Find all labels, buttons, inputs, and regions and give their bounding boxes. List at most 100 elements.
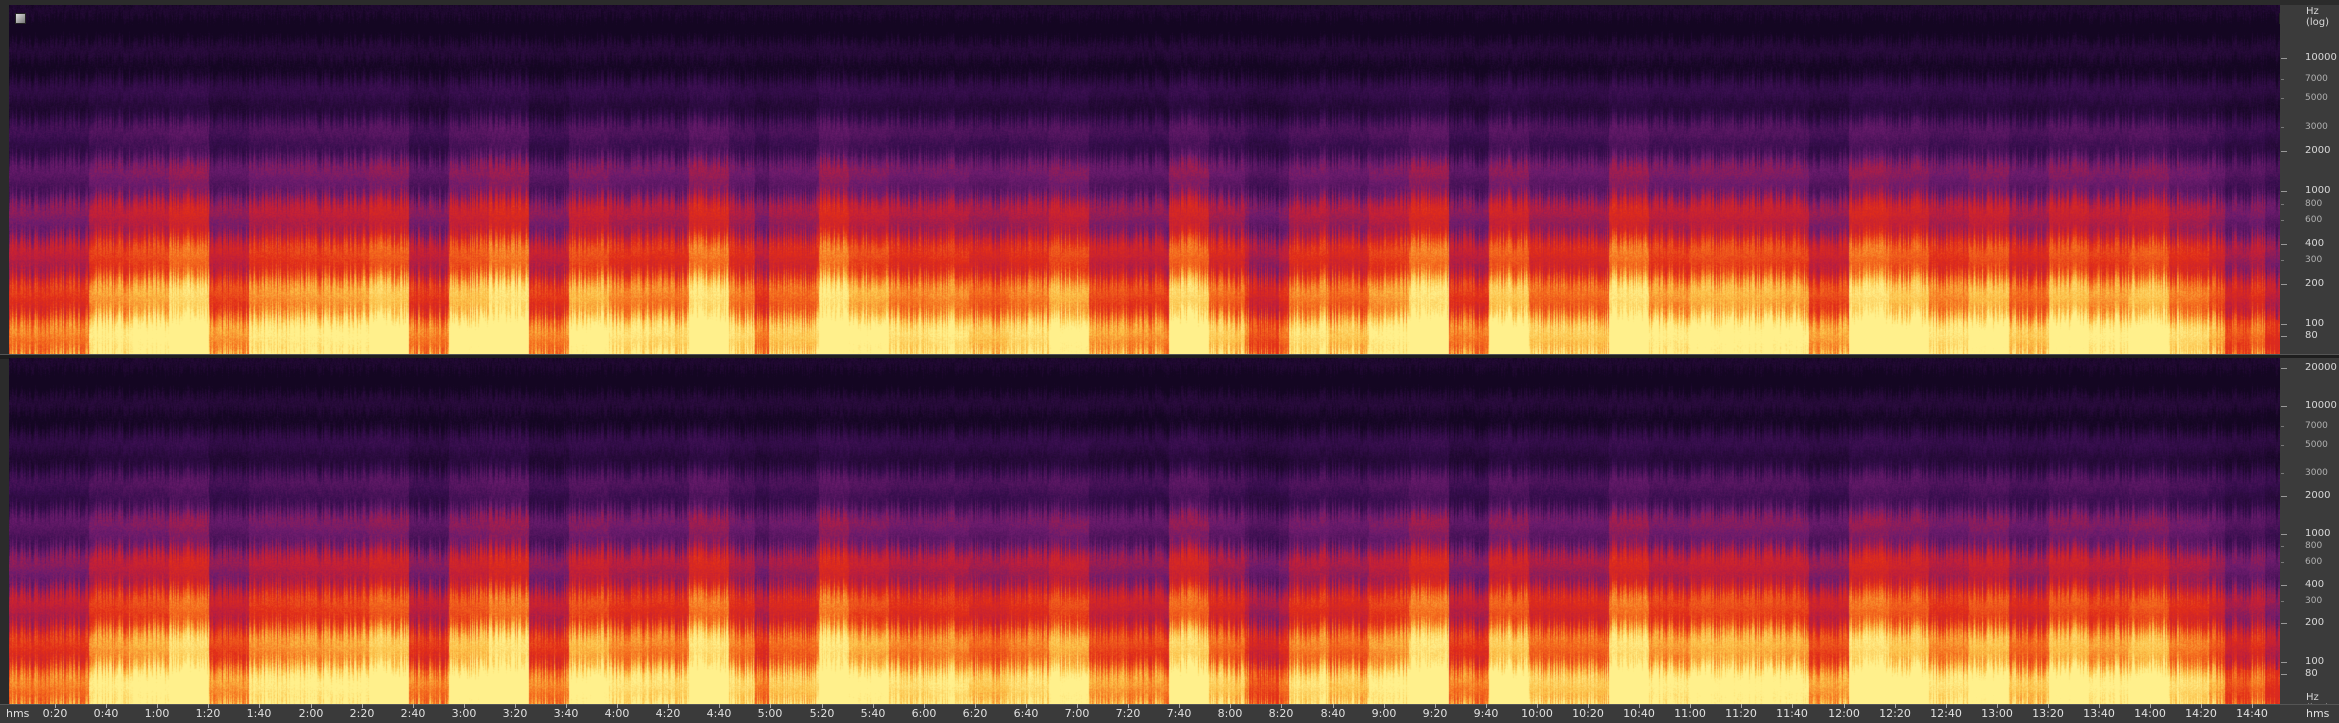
frequency-label: 200 <box>2305 278 2325 289</box>
spectrogram-channel-right[interactable] <box>9 358 2280 704</box>
time-label: 7:40 <box>1166 707 1192 720</box>
time-label: 6:40 <box>1013 707 1039 720</box>
time-label: 13:00 <box>1981 707 2013 720</box>
time-label: 1:00 <box>144 707 170 720</box>
frequency-label: 20000 <box>2305 362 2337 373</box>
frequency-tick <box>2281 58 2287 59</box>
time-label: 2:40 <box>400 707 426 720</box>
time-label: 9:40 <box>1473 707 1499 720</box>
frequency-label: 100 <box>2305 318 2325 329</box>
time-label: 5:20 <box>809 707 835 720</box>
time-label: 13:20 <box>2032 707 2064 720</box>
time-label: 1:20 <box>195 707 221 720</box>
frequency-label: 10000 <box>2305 400 2337 411</box>
frequency-tick <box>2281 534 2287 535</box>
time-label: 8:40 <box>1320 707 1346 720</box>
time-label: 13:40 <box>2083 707 2115 720</box>
frequency-label: 400 <box>2305 579 2325 590</box>
spectrogram-canvas-right <box>9 358 2280 704</box>
time-label: 8:00 <box>1217 707 1243 720</box>
frequency-unit-label-top: Hz (log) <box>2306 6 2330 28</box>
frequency-label: 200 <box>2305 617 2325 628</box>
time-label: 4:00 <box>604 707 630 720</box>
frequency-tick <box>2281 204 2284 205</box>
time-label: 5:00 <box>757 707 783 720</box>
frequency-tick <box>2281 546 2284 547</box>
time-label: 14:00 <box>2134 707 2166 720</box>
frequency-tick <box>2281 406 2287 407</box>
frequency-label: 7000 <box>2305 74 2328 84</box>
frequency-label: 800 <box>2305 199 2323 209</box>
frequency-label: 3000 <box>2305 122 2328 132</box>
frequency-label: 80 <box>2305 668 2318 679</box>
frequency-tick <box>2281 496 2287 497</box>
frequency-tick <box>2281 623 2287 624</box>
frequency-label: 1000 <box>2305 528 2331 539</box>
channel-menu-icon[interactable] <box>15 13 26 24</box>
time-label: 14:20 <box>2185 707 2217 720</box>
time-label: 6:00 <box>911 707 937 720</box>
frequency-tick <box>2281 151 2287 152</box>
frequency-label: 10000 <box>2305 52 2337 63</box>
frequency-label: 800 <box>2305 541 2323 551</box>
time-label: 8:20 <box>1268 707 1294 720</box>
time-label: 3:00 <box>451 707 477 720</box>
time-label: 0:20 <box>42 707 68 720</box>
frequency-tick <box>2281 220 2284 221</box>
frequency-tick <box>2281 426 2284 427</box>
time-label: 12:20 <box>1879 707 1911 720</box>
time-label: 2:00 <box>298 707 324 720</box>
time-label: 4:20 <box>655 707 681 720</box>
spectral-editor-window: Hz (log) Hz (log) hms hms 10000700050003… <box>0 0 2339 723</box>
frequency-tick <box>2281 674 2287 675</box>
time-label: 11:00 <box>1674 707 1706 720</box>
time-label: 9:20 <box>1422 707 1448 720</box>
frequency-tick <box>2281 662 2287 663</box>
frequency-tick <box>2281 445 2284 446</box>
frequency-label: 2000 <box>2305 145 2331 156</box>
spectrogram-channel-left[interactable] <box>9 5 2280 354</box>
frequency-label: 300 <box>2305 596 2323 606</box>
frequency-label: 80 <box>2305 330 2318 341</box>
frequency-tick <box>2281 260 2284 261</box>
time-label: 5:40 <box>860 707 886 720</box>
time-unit-label-left: hms <box>6 707 30 720</box>
frequency-tick <box>2281 585 2287 586</box>
time-label: 0:40 <box>93 707 119 720</box>
time-label: 3:40 <box>553 707 579 720</box>
frequency-tick <box>2281 284 2287 285</box>
time-label: 4:40 <box>706 707 732 720</box>
frequency-tick <box>2281 98 2284 99</box>
frequency-tick <box>2281 79 2284 80</box>
time-label: 10:40 <box>1623 707 1655 720</box>
time-label: 2:20 <box>349 707 375 720</box>
time-label: 3:20 <box>502 707 528 720</box>
frequency-tick <box>2281 336 2287 337</box>
time-label: 12:00 <box>1828 707 1860 720</box>
frequency-label: 300 <box>2305 255 2323 265</box>
time-unit-label-right: hms <box>2306 707 2330 720</box>
frequency-label: 3000 <box>2305 468 2328 478</box>
frequency-tick <box>2281 368 2287 369</box>
frequency-tick <box>2281 562 2284 563</box>
frequency-label: 1000 <box>2305 185 2331 196</box>
frequency-label: 5000 <box>2305 440 2328 450</box>
time-label: 7:00 <box>1064 707 1090 720</box>
time-label: 11:20 <box>1725 707 1757 720</box>
time-label: 9:00 <box>1371 707 1397 720</box>
frequency-label: 400 <box>2305 238 2325 249</box>
time-label: 12:40 <box>1930 707 1962 720</box>
frequency-tick <box>2281 127 2284 128</box>
time-label: 10:20 <box>1572 707 1604 720</box>
time-label: 6:20 <box>962 707 988 720</box>
time-label: 7:20 <box>1115 707 1141 720</box>
frequency-label: 7000 <box>2305 421 2328 431</box>
frequency-label: 5000 <box>2305 93 2328 103</box>
spectrogram-canvas-left <box>9 5 2280 354</box>
frequency-label: 2000 <box>2305 490 2331 501</box>
frequency-tick <box>2281 191 2287 192</box>
time-label: 1:40 <box>246 707 272 720</box>
time-label: 14:40 <box>2236 707 2268 720</box>
frequency-label: 600 <box>2305 215 2323 225</box>
time-label: 11:40 <box>1776 707 1808 720</box>
